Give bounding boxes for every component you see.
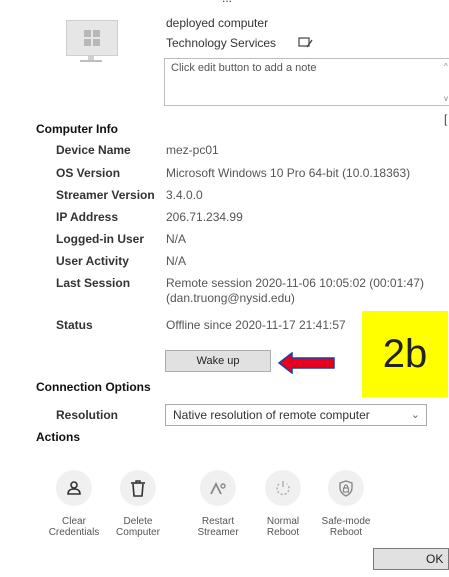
- device-name-label: Device Name: [56, 143, 131, 157]
- restart-streamer-button[interactable]: [200, 470, 236, 506]
- monitor-base: [80, 60, 102, 62]
- computer-group: Technology Services: [166, 36, 277, 50]
- computer-info-heading: Computer Info: [36, 122, 118, 136]
- os-version-value: Microsoft Windows 10 Pro 64-bit (10.0.18…: [166, 166, 411, 180]
- edit-note-bracket[interactable]: [: [444, 112, 447, 126]
- resolution-label: Resolution: [56, 408, 118, 422]
- device-name-value: mez-pc01: [166, 143, 219, 157]
- ip-address-value: 206.71.234.99: [166, 210, 243, 224]
- wake-up-button[interactable]: Wake up: [165, 350, 271, 372]
- clear-credentials-button[interactable]: [56, 470, 92, 506]
- ip-address-label: IP Address: [56, 210, 119, 224]
- last-session-label: Last Session: [56, 276, 131, 290]
- os-version-label: OS Version: [56, 166, 121, 180]
- normal-reboot-label: Normal Reboot: [266, 516, 300, 538]
- status-label: Status: [56, 318, 93, 332]
- ok-button[interactable]: OK: [373, 548, 449, 570]
- restart-streamer-icon: [210, 481, 226, 495]
- resolution-select[interactable]: Native resolution of remote computer ⌄: [165, 404, 427, 426]
- windows-logo-icon: [84, 30, 100, 46]
- note-scroll-arrow-down[interactable]: v: [444, 94, 448, 103]
- logged-in-user-value: N/A: [166, 232, 187, 246]
- user-activity-label: User Activity: [56, 254, 129, 268]
- computer-monitor-icon: [66, 20, 118, 56]
- note-textarea[interactable]: Click edit button to add a note: [164, 58, 449, 106]
- computer-name-partial: ...: [222, 0, 232, 5]
- edit-group-icon[interactable]: [298, 36, 314, 52]
- annotation-badge: 2b: [362, 311, 448, 397]
- computer-description: deployed computer: [166, 16, 269, 30]
- safe-mode-reboot-button[interactable]: [328, 470, 364, 506]
- resolution-select-value: Native resolution of remote computer: [173, 408, 370, 422]
- note-scroll-arrow[interactable]: ^: [444, 62, 448, 71]
- streamer-version-label: Streamer Version: [56, 188, 155, 202]
- last-session-user: (dan.truong@nysid.edu): [166, 291, 295, 305]
- clear-credentials-label: Clear Credentials: [48, 516, 100, 538]
- red-arrow-annotation: [277, 351, 336, 377]
- safe-mode-reboot-label: Safe-mode Reboot: [321, 516, 371, 538]
- person-icon: [67, 481, 81, 495]
- actions-heading: Actions: [36, 430, 81, 444]
- delete-computer-button[interactable]: [120, 470, 156, 506]
- logged-in-user-label: Logged-in User: [56, 232, 145, 246]
- status-value: Offline since 2020-11-17 21:41:57: [166, 318, 346, 332]
- delete-computer-label: Delete Computer: [116, 516, 160, 538]
- connection-options-heading: Connection Options: [36, 380, 151, 394]
- user-activity-value: N/A: [166, 254, 187, 268]
- trash-icon: [131, 479, 145, 497]
- last-session-value: Remote session 2020-11-06 10:05:02 (00:0…: [166, 276, 424, 290]
- normal-reboot-button[interactable]: [265, 470, 301, 506]
- streamer-version-value: 3.4.0.0: [166, 188, 203, 202]
- shield-lock-icon: [339, 479, 353, 497]
- restart-streamer-label: Restart Streamer: [197, 516, 239, 538]
- chevron-down-icon: ⌄: [410, 409, 420, 421]
- reboot-icon: [276, 481, 290, 496]
